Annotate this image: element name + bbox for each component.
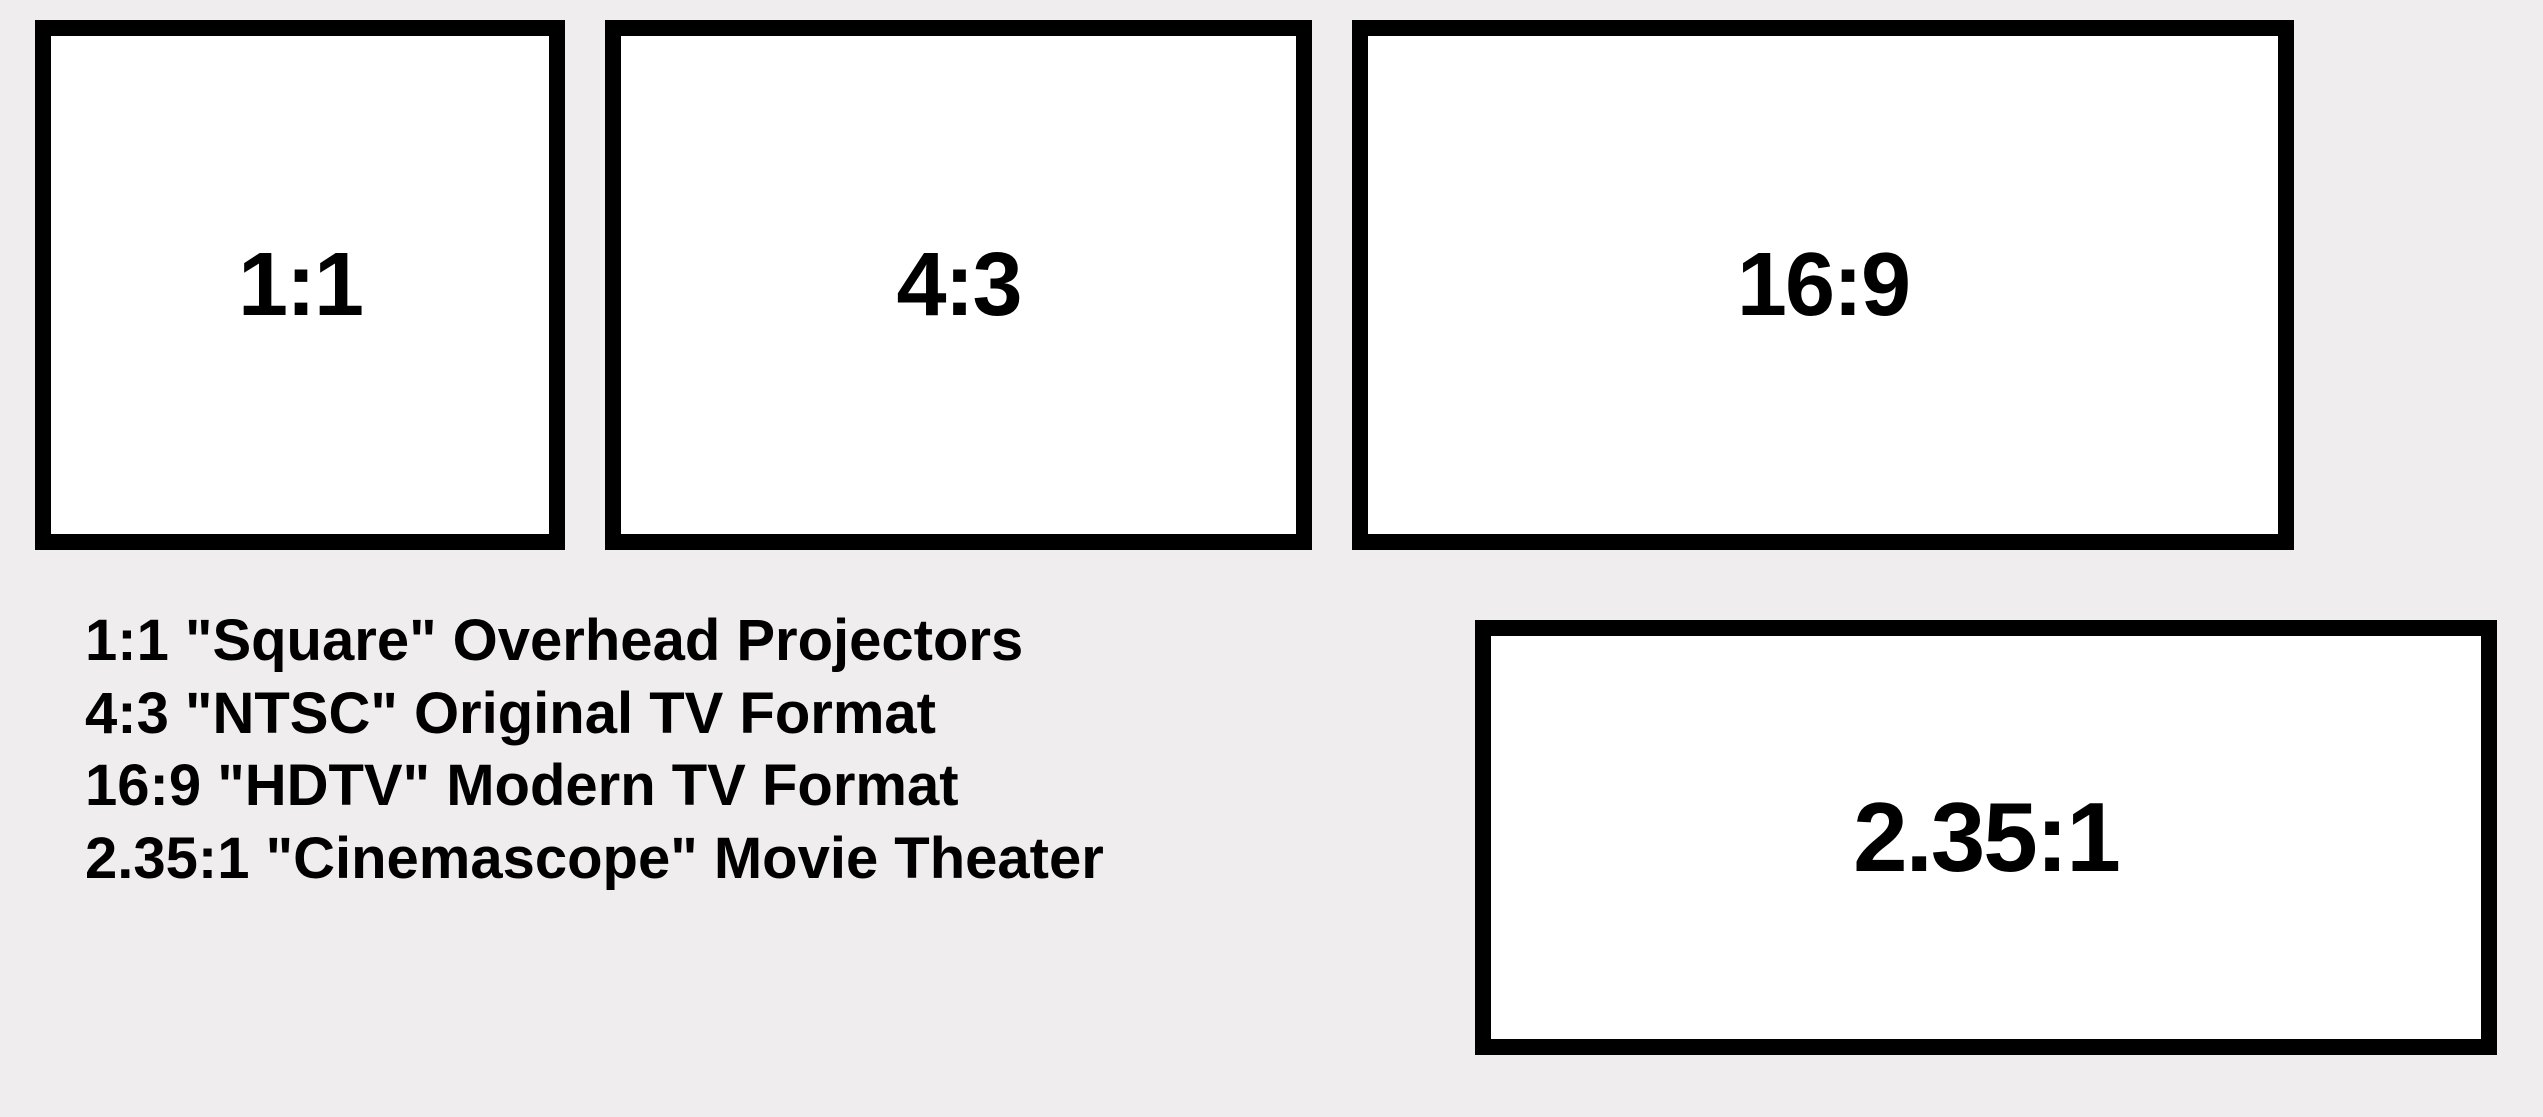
legend-line-4: 2.35:1 "Cinemascope" Movie Theater	[85, 823, 1104, 896]
aspect-label-16-9: 16:9	[1737, 234, 1909, 337]
aspect-label-4-3: 4:3	[896, 234, 1020, 337]
legend-line-3: 16:9 "HDTV" Modern TV Format	[85, 750, 1104, 823]
aspect-box-4-3: 4:3	[605, 20, 1312, 550]
legend-line-1: 1:1 "Square" Overhead Projectors	[85, 605, 1104, 678]
aspect-label-1-1: 1:1	[238, 234, 362, 337]
aspect-box-2-35-1: 2.35:1	[1475, 620, 2497, 1055]
aspect-box-1-1: 1:1	[35, 20, 565, 550]
aspect-box-16-9: 16:9	[1352, 20, 2294, 550]
aspect-ratio-row: 1:1 4:3 16:9	[35, 20, 2294, 550]
aspect-ratio-legend: 1:1 "Square" Overhead Projectors 4:3 "NT…	[85, 605, 1104, 895]
legend-line-2: 4:3 "NTSC" Original TV Format	[85, 678, 1104, 751]
aspect-label-2-35-1: 2.35:1	[1853, 781, 2119, 894]
